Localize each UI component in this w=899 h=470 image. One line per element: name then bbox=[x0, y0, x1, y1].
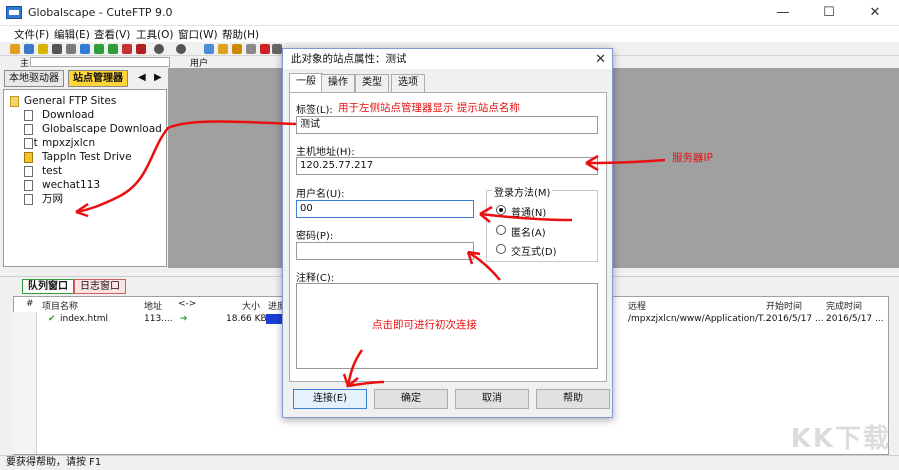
arrow-to-host bbox=[585, 158, 666, 165]
cuteftp-window: Globalscape - CuteFTP 9.0 — ☐ ✕ 文件(F) 编辑… bbox=[0, 0, 899, 470]
arrow-to-site-list bbox=[75, 120, 297, 214]
arrow-to-password bbox=[467, 250, 501, 281]
arrow-to-username bbox=[479, 212, 573, 222]
annotation-arrows bbox=[75, 120, 666, 388]
